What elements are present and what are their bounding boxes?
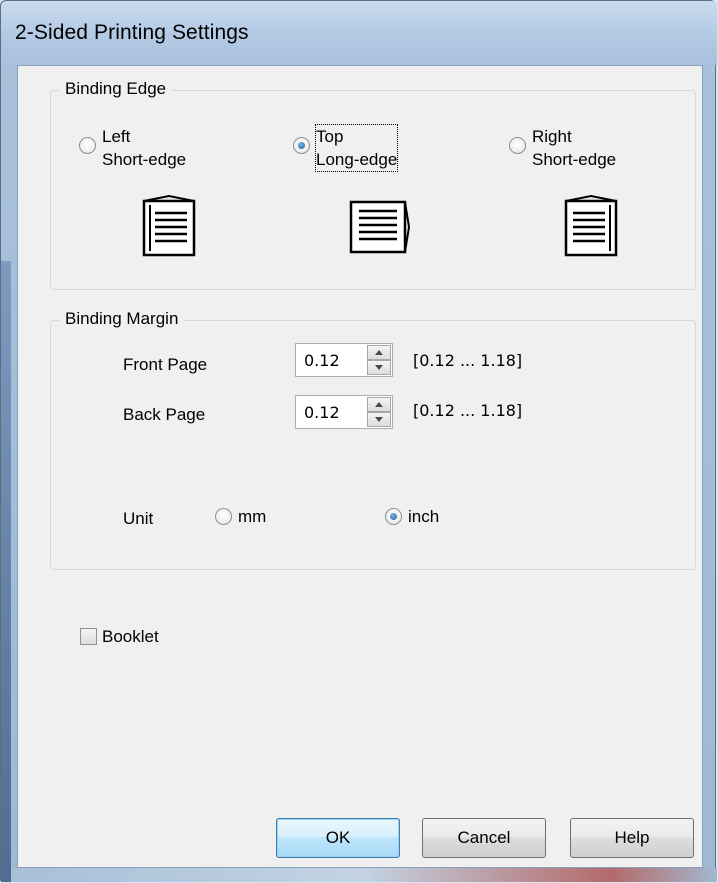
- back-page-spin-buttons: [367, 397, 391, 427]
- binding-top-label: Top Long-edge: [314, 124, 399, 172]
- right-binding-page-icon: [564, 195, 618, 257]
- booklet-checkbox[interactable]: [80, 628, 97, 645]
- left-binding-page-icon: [142, 195, 196, 257]
- window-title: 2-Sided Printing Settings: [15, 21, 249, 44]
- binding-left-radio[interactable]: Left Short-edge: [79, 125, 186, 171]
- front-page-label: Front Page: [123, 355, 208, 374]
- background-window-strip: [11, 868, 717, 882]
- front-page-spinner[interactable]: 0.12: [295, 343, 393, 377]
- ok-button[interactable]: OK: [276, 818, 400, 858]
- unit-inch-label: inch: [408, 507, 440, 526]
- binding-top-radio-button[interactable]: [293, 137, 310, 154]
- top-binding-page-icon: [349, 200, 411, 254]
- booklet-label[interactable]: Booklet: [102, 627, 159, 647]
- back-page-decrement-button[interactable]: [367, 412, 391, 427]
- dialog-client-area: Binding Edge Left Short-edge Top Long-ed…: [17, 65, 703, 868]
- binding-left-label: Left Short-edge: [102, 127, 187, 169]
- binding-right-radio-button[interactable]: [509, 137, 526, 154]
- front-page-decrement-button[interactable]: [367, 360, 391, 375]
- help-button[interactable]: Help: [570, 818, 694, 858]
- binding-left-radio-button[interactable]: [79, 137, 96, 154]
- back-page-spinner[interactable]: 0.12: [295, 395, 393, 429]
- back-page-label: Back Page: [123, 405, 206, 424]
- binding-margin-group: Binding Margin Front Page 0.12 [0.12 ...…: [50, 309, 696, 570]
- unit-mm-radio[interactable]: mm: [215, 496, 266, 528]
- binding-top-radio[interactable]: Top Long-edge: [293, 124, 399, 172]
- unit-mm-label: mm: [238, 507, 267, 526]
- binding-edge-group-title: Binding Edge: [59, 79, 173, 99]
- unit-inch-radio-button[interactable]: [385, 508, 402, 525]
- cancel-button[interactable]: Cancel: [422, 818, 546, 858]
- background-window-edge: [1, 261, 11, 882]
- unit-label: Unit: [123, 509, 154, 528]
- binding-right-radio[interactable]: Right Short-edge: [509, 125, 616, 171]
- title-bar[interactable]: 2-Sided Printing Settings: [1, 1, 717, 65]
- binding-edge-group: Binding Edge Left Short-edge Top Long-ed…: [50, 79, 696, 290]
- front-page-increment-button[interactable]: [367, 345, 391, 360]
- unit-mm-radio-button[interactable]: [215, 508, 232, 525]
- unit-inch-radio[interactable]: inch: [385, 496, 439, 528]
- front-page-value[interactable]: 0.12: [304, 351, 340, 370]
- front-page-range: [0.12 ... 1.18]: [413, 351, 523, 370]
- binding-margin-group-title: Binding Margin: [59, 309, 185, 329]
- front-page-spin-buttons: [367, 345, 391, 375]
- binding-right-label: Right Short-edge: [532, 127, 617, 169]
- back-page-value[interactable]: 0.12: [304, 403, 340, 422]
- back-page-range: [0.12 ... 1.18]: [413, 401, 523, 420]
- dialog-window: 2-Sided Printing Settings Binding Edge L…: [0, 0, 717, 882]
- back-page-increment-button[interactable]: [367, 397, 391, 412]
